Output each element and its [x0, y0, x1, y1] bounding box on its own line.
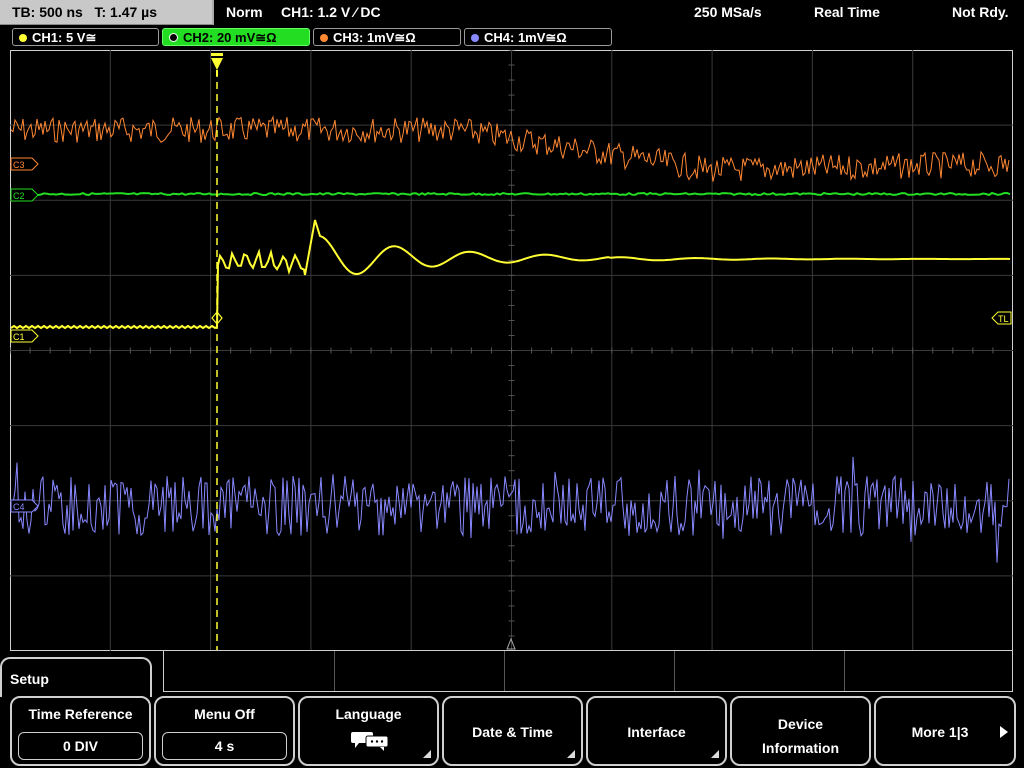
- softkey-label: Device Information: [762, 716, 839, 756]
- time-reference-softkey[interactable]: Time Reference 0 DIV: [10, 696, 151, 766]
- softkey-label: Menu Off: [194, 706, 255, 722]
- ch1-color-dot: [19, 34, 27, 42]
- menu-title-tab: Setup: [0, 657, 152, 697]
- info-strip-divider: [334, 651, 335, 691]
- info-strip-divider: [504, 651, 505, 691]
- timebase-readout: TB: 500 ns T: 1.47 µs: [12, 4, 158, 20]
- time-reference-value: 0 DIV: [18, 732, 143, 760]
- softkey-label: Interface: [627, 724, 686, 740]
- speech-bubble-icon: [351, 732, 389, 751]
- info-strip-divider: [844, 651, 845, 691]
- ch2-color-dot: [169, 33, 178, 42]
- trigger-mode[interactable]: Norm: [226, 4, 263, 20]
- ch3-color-dot: [320, 34, 328, 42]
- timebase-box[interactable]: TB: 500 ns T: 1.47 µs: [0, 0, 214, 25]
- svg-text:C3: C3: [13, 160, 25, 170]
- waveform-display[interactable]: C3 C2 C1 C4 TL: [10, 50, 1013, 651]
- acquisition-mode[interactable]: Real Time: [814, 4, 880, 20]
- channel-tab-ch3[interactable]: CH3: 1mV≅Ω: [313, 28, 461, 46]
- trigger-info[interactable]: CH1: 1.2 V ⁄ DC: [281, 4, 381, 20]
- info-strip-divider: [674, 651, 675, 691]
- submenu-indicator-icon: [423, 750, 431, 758]
- next-page-arrow-icon: [1000, 726, 1008, 738]
- run-state: Not Rdy.: [952, 4, 1009, 20]
- device-information-softkey[interactable]: Device Information: [730, 696, 871, 766]
- interface-softkey[interactable]: Interface: [586, 696, 727, 766]
- submenu-indicator-icon: [711, 750, 719, 758]
- channel-tab-ch4[interactable]: CH4: 1mV≅Ω: [464, 28, 612, 46]
- more-softkey[interactable]: More 1|3: [874, 696, 1016, 766]
- channel-tab-ch1[interactable]: CH1: 5 V≅: [12, 28, 159, 46]
- ch1-ground-marker[interactable]: C1: [10, 329, 39, 343]
- svg-text:C2: C2: [13, 191, 25, 201]
- ch3-ground-marker[interactable]: C3: [10, 157, 39, 171]
- status-bar: TB: 500 ns T: 1.47 µs Norm CH1: 1.2 V ⁄ …: [0, 0, 1024, 26]
- sample-rate: 250 MSa/s: [694, 4, 762, 20]
- softkey-label: Date & Time: [472, 724, 553, 740]
- info-strip: [163, 650, 1013, 692]
- svg-text:TL: TL: [998, 314, 1009, 324]
- menu-title: Setup: [10, 671, 49, 687]
- date-time-softkey[interactable]: Date & Time: [442, 696, 583, 766]
- softkey-label: Language: [335, 706, 402, 722]
- language-softkey[interactable]: Language: [298, 696, 439, 766]
- ch4-color-dot: [471, 34, 479, 42]
- softkey-label: More 1|3: [911, 724, 969, 740]
- svg-text:C1: C1: [13, 332, 25, 342]
- ch2-ground-marker[interactable]: C2: [10, 188, 39, 202]
- svg-text:C4: C4: [13, 502, 25, 512]
- menu-off-value: 4 s: [162, 732, 287, 760]
- channel-tab-ch2[interactable]: CH2: 20 mV≅Ω: [162, 28, 310, 46]
- softkey-label: Time Reference: [28, 706, 133, 722]
- menu-off-softkey[interactable]: Menu Off 4 s: [154, 696, 295, 766]
- ch4-ground-marker[interactable]: C4: [10, 499, 39, 513]
- submenu-indicator-icon: [567, 750, 575, 758]
